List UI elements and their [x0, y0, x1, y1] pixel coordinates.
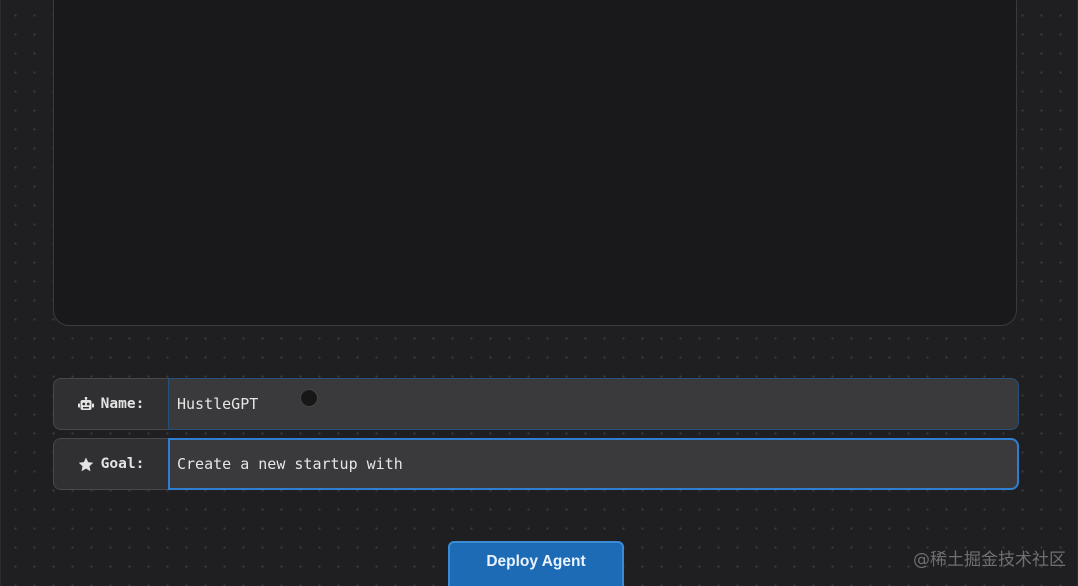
agent-output-window [53, 0, 1017, 326]
mouse-cursor-indicator [300, 389, 318, 407]
name-input[interactable] [168, 378, 1019, 430]
goal-field: Goal: [53, 438, 1019, 490]
deploy-agent-button[interactable]: Deploy Agent [448, 541, 624, 586]
goal-label: Goal: [53, 438, 168, 490]
goal-input[interactable] [168, 438, 1019, 490]
name-label: Name: [53, 378, 168, 430]
watermark: @稀土掘金技术社区 [913, 550, 1066, 570]
star-icon [78, 457, 94, 472]
robot-icon [77, 396, 94, 412]
name-field: Name: [53, 378, 1019, 430]
